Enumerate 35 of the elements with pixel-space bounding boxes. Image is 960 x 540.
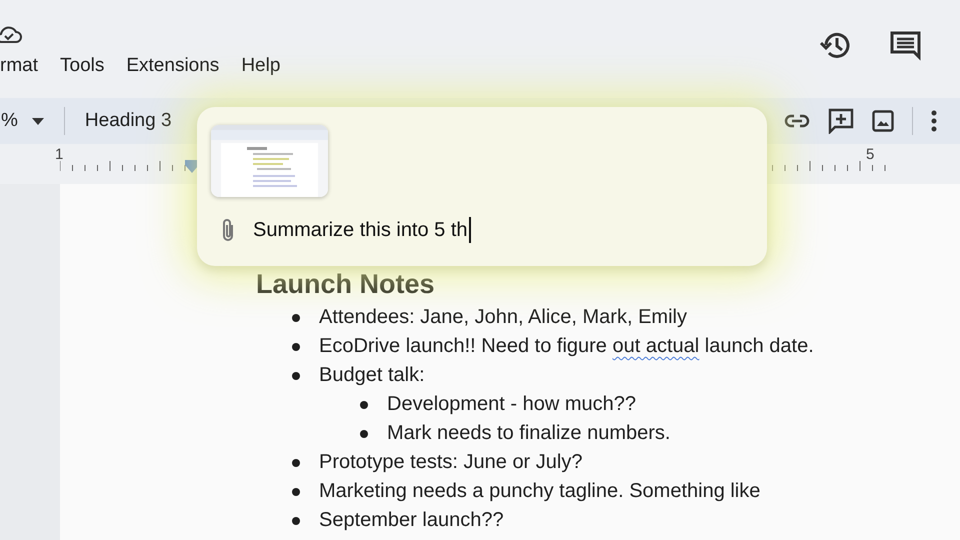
bullet-icon xyxy=(292,314,300,322)
list-item-text: Development - how much?? xyxy=(387,392,636,417)
menu-item[interactable]: rmat xyxy=(0,55,38,77)
menu-item[interactable]: Help xyxy=(241,55,280,77)
indent-marker-icon[interactable] xyxy=(185,160,199,174)
link-icon[interactable] xyxy=(784,114,810,128)
paragraph-style-dropdown[interactable]: Heading 3 xyxy=(84,110,172,132)
menu-item[interactable]: Tools xyxy=(60,55,104,77)
bullet-icon xyxy=(292,372,300,380)
ruler-label: 1 xyxy=(55,146,64,163)
list-item-text: Mark needs to finalize numbers. xyxy=(387,421,670,446)
list-item-text: Prototype tests: June or July? xyxy=(319,450,582,475)
ruler-label: 5 xyxy=(866,146,874,163)
bullet-icon xyxy=(292,517,300,525)
list-item-text: Attendees: Jane, John, Alice, Mark, Emily xyxy=(319,305,687,330)
paperclip-icon[interactable] xyxy=(221,217,235,243)
list-item-text: Marketing needs a punchy tagline. Something like xyxy=(319,479,760,504)
bullet-icon xyxy=(360,401,368,409)
bullet-icon xyxy=(292,459,300,467)
add-comment-icon[interactable] xyxy=(828,108,854,134)
bullet-icon xyxy=(360,430,368,438)
list-item-text: Budget talk: xyxy=(319,363,425,388)
prompt-input[interactable]: Summarize this into 5 th xyxy=(253,217,471,243)
list-item-text: September launch?? xyxy=(319,508,504,533)
list-item-text: EcoDrive launch!! Need to figure out actual launch date. xyxy=(319,334,814,359)
image-icon[interactable] xyxy=(872,110,894,132)
caret-icon[interactable] xyxy=(32,118,44,124)
bullet-icon xyxy=(292,488,300,496)
menu-item[interactable]: Extensions xyxy=(126,55,220,77)
bullet-icon xyxy=(292,343,300,351)
more-icon[interactable] xyxy=(931,110,937,132)
cloud-icon[interactable] xyxy=(0,24,22,44)
zoom-dropdown[interactable]: % xyxy=(1,110,18,132)
comments-icon[interactable] xyxy=(890,31,922,61)
document-heading: Launch Notes xyxy=(256,268,436,300)
